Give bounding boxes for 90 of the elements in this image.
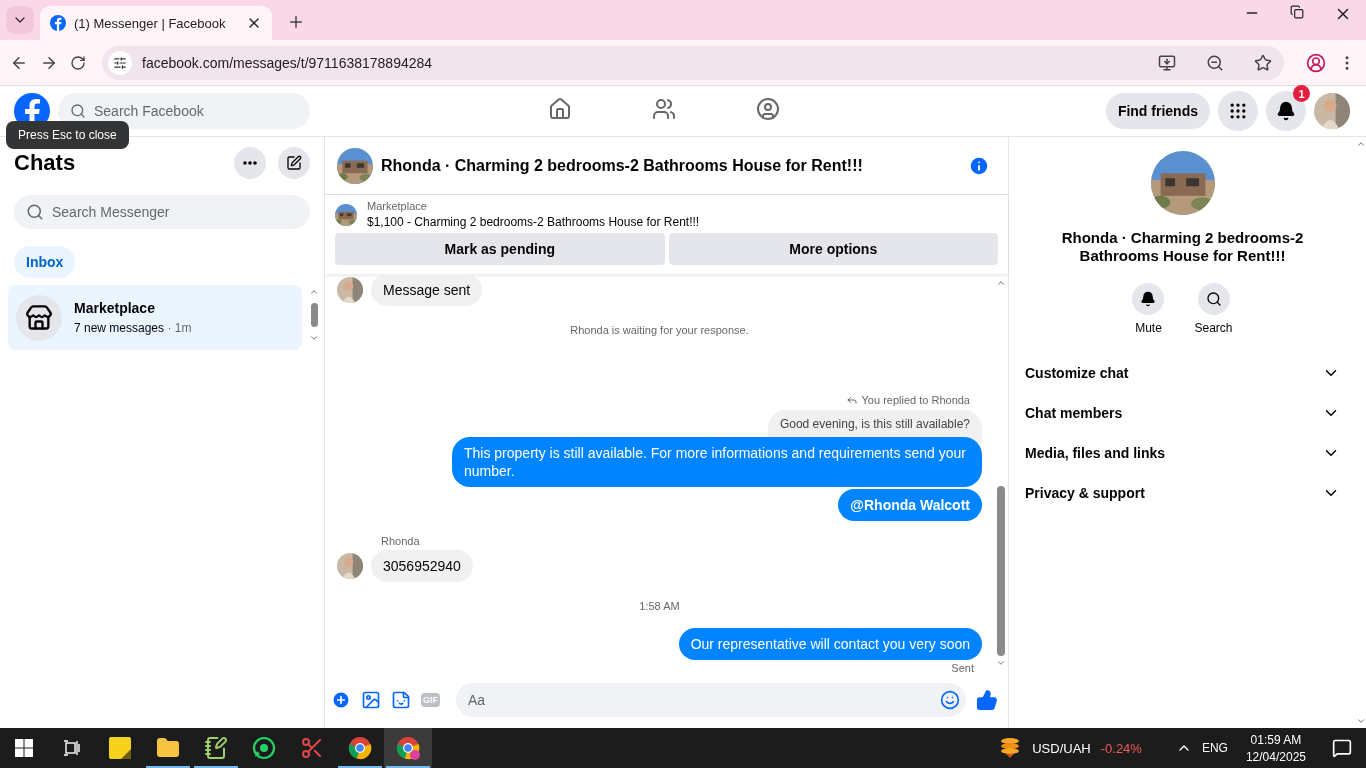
notification-badge: 1: [1293, 85, 1310, 102]
compose-icon: [286, 155, 302, 171]
scrollbar-thumb[interactable]: [310, 303, 318, 327]
profile-icon[interactable]: [1306, 52, 1326, 73]
store-icon: [25, 303, 53, 332]
more-icon: [243, 161, 257, 165]
conversation-name: Marketplace: [74, 300, 156, 316]
scissors-icon[interactable]: [300, 736, 324, 760]
search-icon: [70, 103, 86, 119]
scroll-down-icon: [1356, 716, 1366, 726]
more-button[interactable]: [234, 147, 266, 179]
like-icon[interactable]: [976, 689, 998, 711]
message-bubble: Message sent: [371, 274, 483, 306]
scroll-up-icon: [1356, 139, 1366, 149]
filter-tab[interactable]: Inbox: [14, 246, 76, 278]
bell-icon: [1140, 291, 1157, 307]
message-field[interactable]: Aa: [456, 683, 966, 717]
scroll-down-icon: [996, 658, 1006, 668]
plus-icon: [287, 13, 305, 31]
chat-title: Rhonda · Charming 2 bedrooms-2 Bathrooms House for Rent!!!: [381, 156, 864, 175]
search-field[interactable]: Search Messenger: [14, 195, 310, 229]
search-button[interactable]: [1197, 283, 1230, 315]
listing-title: $1,100 - Charming 2 bedrooms-2 Bathrooms House for Rent!!!: [367, 215, 700, 229]
notifications-button[interactable]: [1266, 91, 1306, 131]
search-field[interactable]: Search Facebook: [58, 93, 310, 129]
browser-tab[interactable]: (1) Messenger | Facebook: [40, 6, 272, 40]
search-icon: [1205, 291, 1222, 307]
message-bubble: 3056952940: [371, 550, 473, 582]
grid-icon: [1228, 101, 1248, 121]
ticker-symbol[interactable]: USD/UAH: [1032, 740, 1091, 756]
action-label: Search: [1194, 321, 1233, 335]
section-label[interactable]: Customize chat: [1025, 365, 1129, 381]
language-indicator[interactable]: ENG: [1201, 741, 1228, 755]
people-icon[interactable]: [652, 97, 676, 121]
timestamp: 1:58 AM: [639, 600, 680, 612]
clock[interactable]: 01:59 AM 12/04/2025: [1245, 732, 1306, 764]
emoji-icon[interactable]: [940, 690, 960, 710]
listing-source: Marketplace: [367, 200, 428, 212]
action-label: Mute: [1135, 321, 1162, 335]
find-friends-button[interactable]: Find friends: [1105, 93, 1210, 129]
site-settings-icon[interactable]: [113, 55, 127, 70]
reload-icon[interactable]: [70, 54, 86, 71]
section-label[interactable]: Privacy & support: [1025, 485, 1145, 501]
notice-text: Rhonda is waiting for your response.: [570, 324, 749, 336]
image-icon[interactable]: [361, 690, 381, 710]
group-icon[interactable]: [756, 97, 780, 121]
section-label[interactable]: Media, files and links: [1025, 445, 1166, 461]
notification-icon[interactable]: [1332, 738, 1352, 758]
bell-icon: [1276, 101, 1296, 121]
new-message-button[interactable]: [278, 147, 310, 179]
sticker-icon[interactable]: [391, 690, 411, 710]
restore-icon[interactable]: [1290, 5, 1304, 19]
scrollbar-thumb[interactable]: [997, 486, 1005, 656]
tooltip: Press Esc to close: [6, 121, 129, 149]
status-text: Sent: [951, 662, 974, 672]
message-bubble: This property is still available. For more informations and requirements send your number.: [452, 437, 982, 487]
browser-icon[interactable]: [348, 736, 372, 760]
task-view-icon[interactable]: [63, 740, 81, 756]
sticky-note-icon[interactable]: [109, 737, 131, 759]
conversation-preview: 7 new messages · 1m: [74, 321, 192, 335]
reply-label: You replied to Rhonda: [861, 394, 970, 406]
mute-button[interactable]: [1132, 283, 1165, 315]
scroll-up-icon: [309, 287, 319, 297]
reply-icon: [845, 394, 858, 406]
mention-bubble: @Rhonda Walcott: [838, 489, 982, 521]
tab-list-button[interactable]: [6, 6, 34, 34]
notepad-icon[interactable]: [204, 736, 228, 760]
section-title: Chats: [14, 150, 77, 176]
search-icon: [26, 203, 44, 221]
scroll-down-icon: [309, 333, 319, 343]
menu-button[interactable]: [1218, 91, 1258, 131]
sender-name: Rhonda: [381, 535, 421, 547]
action-button[interactable]: More options: [668, 233, 998, 265]
facebook-icon: [50, 15, 66, 31]
zoom-icon[interactable]: [1206, 53, 1224, 72]
browser-icon[interactable]: [396, 736, 420, 760]
plus-icon[interactable]: [331, 690, 351, 710]
info-icon[interactable]: [968, 154, 990, 177]
home-icon[interactable]: [548, 97, 572, 121]
action-button[interactable]: Mark as pending: [335, 233, 665, 265]
ticker-change: -0.24%: [1100, 740, 1142, 756]
bookmark-icon[interactable]: [1254, 53, 1272, 72]
install-icon[interactable]: [1158, 53, 1176, 72]
scroll-up-icon: [996, 278, 1006, 288]
section-label[interactable]: Chat members: [1025, 405, 1123, 421]
chat-title: Rhonda · Charming 2 bedrooms-2 Bathrooms House for Rent!!!: [1060, 229, 1305, 265]
conversation-item[interactable]: Marketplace 7 new messages · 1m: [8, 285, 302, 350]
folder-icon[interactable]: [156, 736, 180, 760]
message-bubble: Our representative will contact you very soon: [678, 628, 982, 660]
phone-chat-icon[interactable]: [252, 736, 276, 760]
